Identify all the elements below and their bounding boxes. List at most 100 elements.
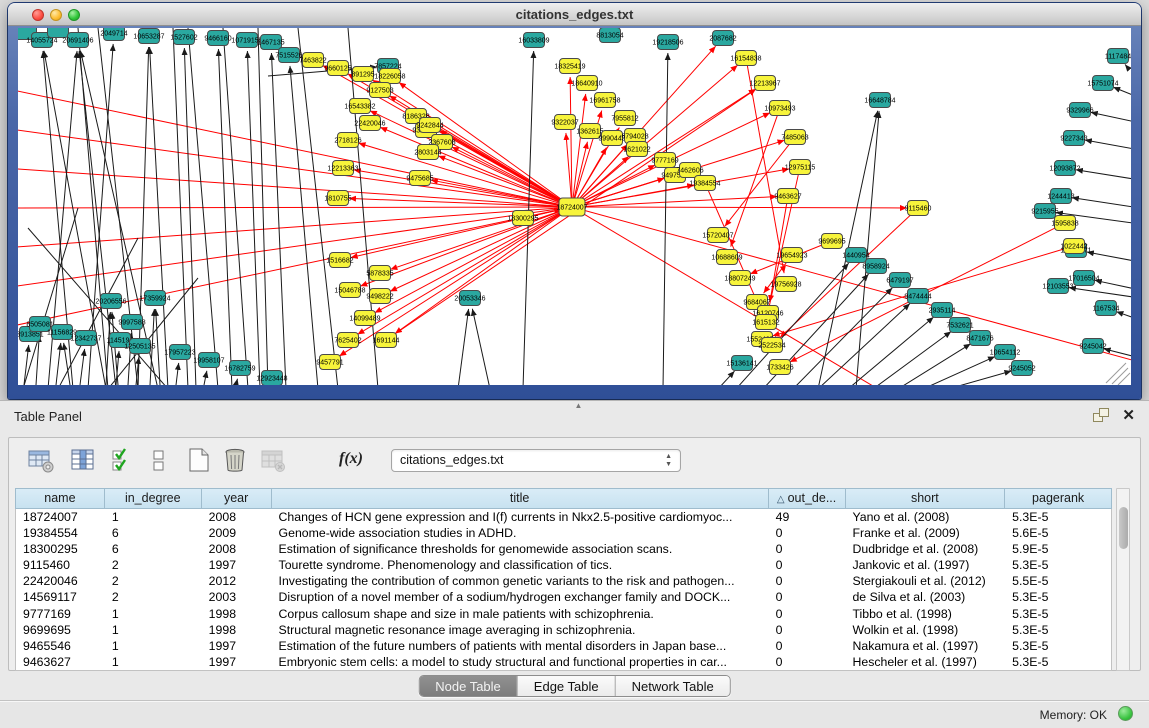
table-row[interactable]: 977716911998Corpus callosum shape and si…	[16, 606, 1111, 622]
network-node[interactable]: 1244413	[1047, 189, 1074, 204]
network-node[interactable]: 17957223	[164, 345, 195, 360]
network-edge[interactable]	[580, 207, 907, 208]
network-canvas[interactable]: 1405572420691406204971410653287152760294…	[18, 28, 1131, 385]
column-header-short[interactable]: short	[846, 489, 1006, 508]
column-header-out-degree[interactable]: △out_de...	[769, 489, 846, 508]
scrollbar-thumb[interactable]	[1119, 507, 1128, 549]
network-node[interactable]: 16033809	[518, 33, 549, 48]
network-edge[interactable]	[923, 357, 995, 385]
network-edge[interactable]	[731, 116, 778, 247]
function-builder-icon[interactable]: f(x)	[339, 450, 369, 480]
network-node[interactable]: 6479197	[886, 273, 913, 288]
network-node[interactable]: 1167534	[1093, 301, 1120, 316]
network-node[interactable]: 12975115	[785, 160, 816, 175]
network-edge[interactable]	[372, 80, 565, 203]
network-node[interactable]: 9329966	[1066, 103, 1093, 118]
network-node[interactable]: 12093872	[1049, 161, 1080, 176]
close-panel-icon[interactable]: ✕	[1122, 406, 1135, 424]
network-edge[interactable]	[271, 53, 286, 385]
network-edge[interactable]	[1069, 288, 1131, 298]
table-settings-icon[interactable]	[27, 446, 57, 476]
column-header-name[interactable]: name	[16, 489, 105, 508]
network-node[interactable]: 7532621	[946, 318, 973, 333]
network-node[interactable]: 9466160	[204, 31, 231, 46]
network-node[interactable]: 9777169	[651, 153, 678, 168]
network-node[interactable]: 10654112	[990, 345, 1021, 360]
network-edge[interactable]	[56, 343, 61, 385]
new-table-icon[interactable]	[185, 446, 215, 476]
delete-table-icon[interactable]	[259, 446, 289, 476]
tab-node-table[interactable]: Node Table	[419, 676, 518, 696]
network-node[interactable]: 7485063	[781, 130, 808, 145]
network-edge[interactable]	[188, 28, 218, 385]
network-node[interactable]: 15751074	[1087, 76, 1118, 91]
network-edge[interactable]	[1072, 198, 1131, 208]
network-node[interactable]: 15136141	[726, 356, 757, 371]
network-node[interactable]: 12923448	[256, 371, 287, 386]
network-edge[interactable]	[718, 371, 735, 385]
network-node[interactable]: 16961758	[589, 93, 620, 108]
network-node[interactable]: 9245042	[1079, 339, 1106, 354]
network-node[interactable]: 16648784	[864, 93, 895, 108]
network-node[interactable]: 8471676	[966, 331, 993, 346]
tab-edge-table[interactable]: Edge Table	[518, 676, 616, 696]
network-node[interactable]: 1615132	[752, 315, 779, 330]
splitter-grip-icon[interactable]: ▲	[575, 401, 583, 410]
network-edge[interactable]	[176, 363, 179, 385]
network-node[interactable]: 10688609	[711, 250, 742, 265]
network-edge[interactable]	[395, 212, 566, 334]
network-node[interactable]: 1022442	[1060, 239, 1087, 254]
network-node[interactable]: 22420046	[354, 116, 385, 131]
column-header-pagerank[interactable]: pagerank	[1005, 489, 1111, 508]
table-row[interactable]: 1456911722003Disruption of a novel membe…	[16, 589, 1111, 605]
column-header-in-degree[interactable]: in_degree	[105, 489, 202, 508]
network-node[interactable]: 9474444	[904, 289, 931, 304]
row-check-icon[interactable]	[109, 446, 139, 476]
network-node[interactable]: 1621022	[623, 142, 650, 157]
network-node[interactable]: 9699695	[818, 234, 845, 249]
table-row[interactable]: 1872400712008Changes of HCN gene express…	[16, 509, 1111, 525]
network-node[interactable]: 10653287	[133, 29, 164, 44]
network-node[interactable]: 1733426	[766, 360, 793, 375]
network-edge[interactable]	[236, 379, 237, 385]
tab-network-table[interactable]: Network Table	[616, 676, 730, 696]
network-node[interactable]: 7463822	[299, 53, 326, 68]
network-edge[interactable]	[1087, 252, 1131, 262]
network-node[interactable]: 20053346	[454, 291, 485, 306]
network-node[interactable]: 1810755	[324, 191, 351, 206]
network-node[interactable]: 18640910	[571, 76, 602, 91]
network-node[interactable]: 9227343	[1060, 131, 1087, 146]
network-node[interactable]	[48, 28, 69, 38]
checkbox-list-icon[interactable]	[145, 446, 175, 476]
network-node[interactable]: 1595838	[1051, 216, 1078, 231]
table-row[interactable]: 911546021997Tourette syndrome. Phenomeno…	[16, 557, 1111, 573]
network-node[interactable]: 9115460	[905, 201, 932, 216]
network-node[interactable]: 9660125	[324, 61, 351, 76]
network-node[interactable]: 891295	[351, 67, 374, 82]
network-edge[interactable]	[112, 312, 118, 385]
network-edge[interactable]	[1125, 64, 1128, 68]
network-edge[interactable]	[138, 47, 149, 385]
network-edge[interactable]	[390, 210, 565, 291]
network-edge[interactable]	[18, 168, 564, 206]
network-edge[interactable]	[247, 51, 260, 385]
network-edge[interactable]	[1076, 170, 1131, 180]
network-node[interactable]: 8958924	[862, 259, 889, 274]
network-node[interactable]: 1691144	[373, 333, 400, 348]
network-edge[interactable]	[570, 77, 572, 199]
table-row[interactable]: 1830029562008Estimation of significance …	[16, 541, 1111, 557]
table-source-select[interactable]: citations_edges.txt ▲▼	[391, 449, 681, 472]
network-edge[interactable]	[204, 371, 207, 385]
table-row[interactable]: 969969511998Structural magnetic resonanc…	[16, 622, 1111, 638]
network-node[interactable]: 9457791	[316, 355, 343, 370]
network-node[interactable]: 18724007	[556, 198, 587, 216]
network-edge[interactable]	[1091, 112, 1131, 123]
network-edge[interactable]	[298, 28, 338, 385]
network-node[interactable]: 9322037	[551, 115, 578, 130]
network-edge[interactable]	[218, 49, 232, 385]
network-edge[interactable]	[566, 133, 571, 199]
network-node[interactable]: 19218506	[652, 35, 683, 50]
network-edge[interactable]	[1113, 87, 1131, 98]
network-node[interactable]: 1117484	[1105, 49, 1131, 64]
window-titlebar[interactable]: citations_edges.txt	[8, 3, 1141, 26]
